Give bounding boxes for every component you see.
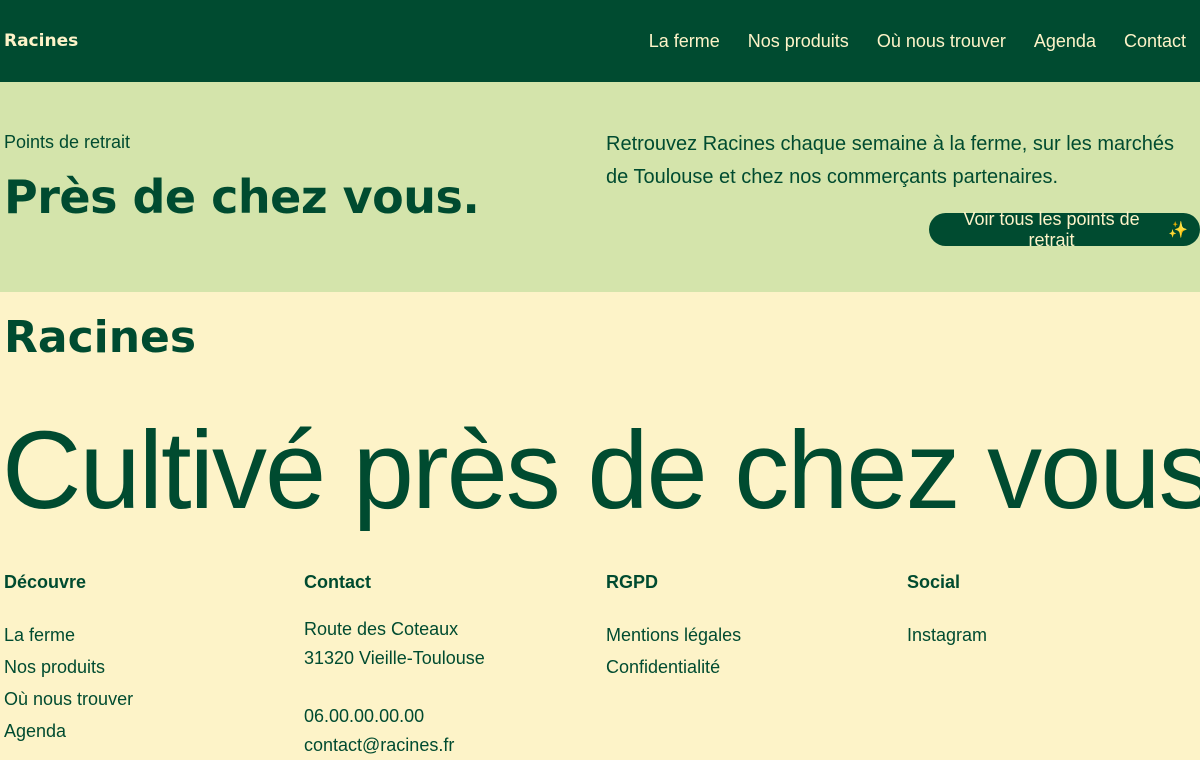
- pickup-points-banner: Points de retrait Près de chez vous. Ret…: [0, 82, 1200, 292]
- nav-link-la-ferme[interactable]: La ferme: [649, 31, 720, 52]
- footer-link-agenda[interactable]: Agenda: [4, 715, 284, 747]
- address-city: 31320 Vieille-Toulouse: [304, 648, 485, 668]
- nav-link-ou-nous-trouver[interactable]: Où nous trouver: [877, 31, 1006, 52]
- cta-label: Voir tous les points de retrait: [963, 208, 1140, 250]
- footer-column-rgpd: RGPD Mentions légales Confidentialité: [606, 572, 886, 683]
- footer-link-mentions-legales[interactable]: Mentions légales: [606, 619, 886, 651]
- top-navigation: Racines La ferme Nos produits Où nous tr…: [0, 0, 1200, 82]
- email-link[interactable]: contact@racines.fr: [304, 731, 584, 760]
- hero-title: Près de chez vous.: [4, 170, 480, 224]
- footer-link-nos-produits[interactable]: Nos produits: [4, 651, 284, 683]
- main-nav: La ferme Nos produits Où nous trouver Ag…: [649, 31, 1186, 52]
- sparkle-icon: ✨: [1168, 221, 1188, 239]
- footer-brand: Racines: [4, 312, 197, 363]
- footer-column-social: Social Instagram: [907, 572, 1187, 651]
- view-pickup-points-button[interactable]: Voir tous les points de retrait ✨: [929, 209, 1200, 250]
- nav-link-contact[interactable]: Contact: [1124, 31, 1186, 52]
- footer-link-la-ferme[interactable]: La ferme: [4, 619, 284, 651]
- footer-column-contact: Contact Route des Coteaux 31320 Vieille-…: [304, 572, 584, 760]
- footer-link-confidentialite[interactable]: Confidentialité: [606, 651, 886, 683]
- footer-heading-rgpd: RGPD: [606, 572, 659, 592]
- nav-link-agenda[interactable]: Agenda: [1034, 31, 1096, 52]
- footer-heading-social: Social: [907, 572, 961, 592]
- footer-link-ou-nous-trouver[interactable]: Où nous trouver: [4, 683, 284, 715]
- phone-link[interactable]: 06.00.00.00.00: [304, 702, 584, 731]
- footer-tagline: Cultivé près de chez vous.: [2, 409, 1200, 532]
- hero-description: Retrouvez Racines chaque semaine à la fe…: [606, 133, 1175, 188]
- nav-link-nos-produits[interactable]: Nos produits: [748, 31, 849, 52]
- address-street: Route des Coteaux: [304, 619, 459, 639]
- hero-eyebrow: Points de retrait: [4, 132, 131, 152]
- footer-heading-contact: Contact: [304, 572, 371, 592]
- brand-logo[interactable]: Racines: [4, 31, 78, 51]
- footer-column-discover: Découvre La ferme Nos produits Où nous t…: [4, 572, 284, 747]
- footer-link-instagram[interactable]: Instagram: [907, 619, 1187, 651]
- footer-heading-discover: Découvre: [4, 572, 87, 592]
